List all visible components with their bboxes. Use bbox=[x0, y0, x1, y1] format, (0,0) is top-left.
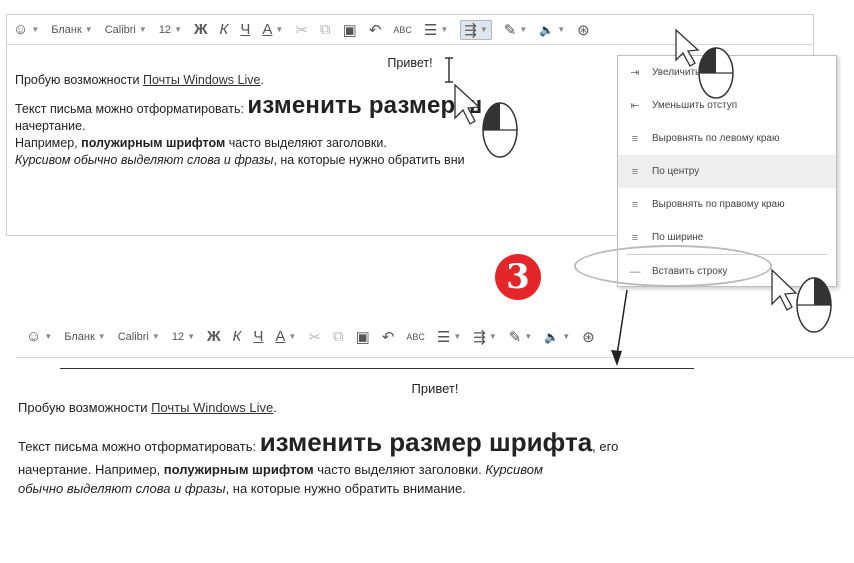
pointer-cursor-icon bbox=[771, 268, 798, 311]
annotation-overlay bbox=[445, 28, 832, 366]
mouse-icon bbox=[482, 102, 518, 158]
mouse-icon bbox=[796, 277, 832, 333]
mouse-icon bbox=[698, 47, 734, 99]
pointer-cursor-icon bbox=[454, 83, 481, 125]
text-cursor-icon bbox=[445, 57, 453, 83]
pointer-cursor-icon bbox=[675, 28, 700, 67]
result-arrow-icon bbox=[611, 289, 628, 366]
